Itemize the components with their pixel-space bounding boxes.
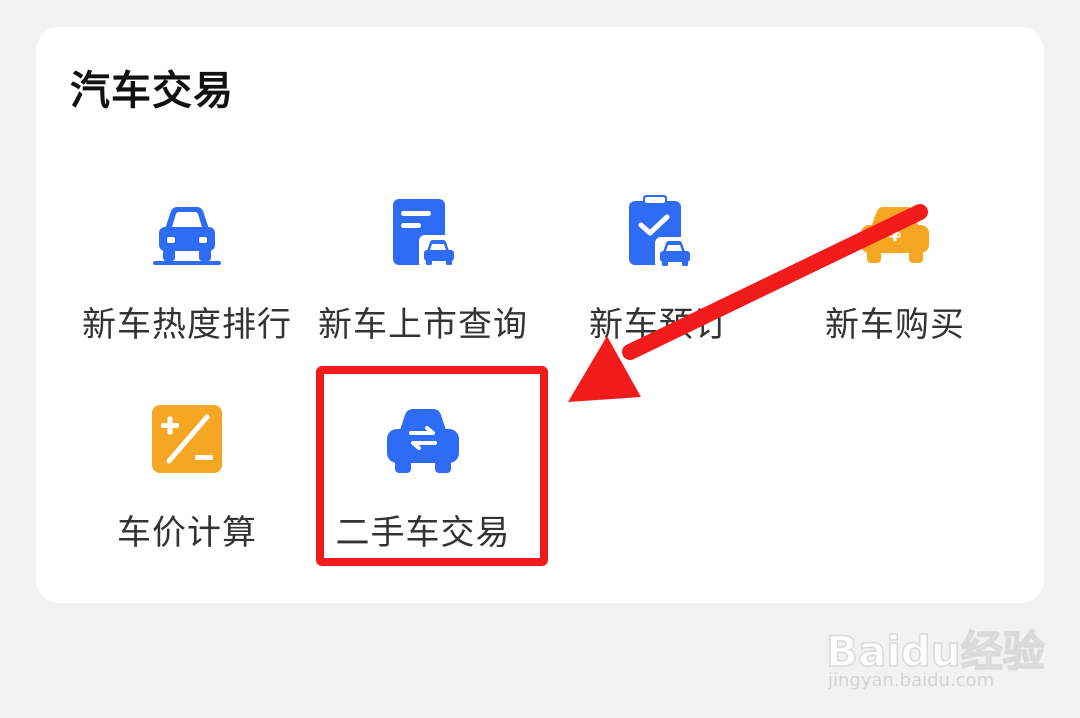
highlight-box (316, 366, 548, 566)
tile-label: 新车预订 (589, 305, 729, 345)
tile-label: 新车热度排行 (82, 305, 292, 345)
tile-new-car-popularity[interactable]: 新车热度排行 (72, 195, 302, 365)
section-title: 汽车交易 (70, 68, 234, 114)
watermark: Baidu经验 jingyan.baidu.com (825, 600, 1046, 700)
document-car-icon (383, 195, 463, 275)
tile-car-price-calculator[interactable]: 车价计算 (72, 403, 302, 573)
clipboard-check-car-icon (619, 195, 699, 275)
watermark-url: jingyan.baidu.com (828, 670, 995, 691)
car-yen-icon: ¥ (855, 195, 935, 275)
tile-label: 新车购买 (825, 305, 965, 345)
tile-label: 新车上市查询 (318, 305, 528, 345)
svg-text:¥: ¥ (889, 225, 902, 246)
tile-label: 车价计算 (117, 513, 257, 553)
tile-new-car-reservation[interactable]: 新车预订 (544, 195, 774, 365)
tile-new-car-launch[interactable]: 新车上市查询 (308, 195, 538, 365)
calculator-plus-minus-icon (147, 403, 227, 483)
tile-new-car-purchase[interactable]: ¥ 新车购买 (780, 195, 1010, 365)
car-front-icon (147, 195, 227, 275)
